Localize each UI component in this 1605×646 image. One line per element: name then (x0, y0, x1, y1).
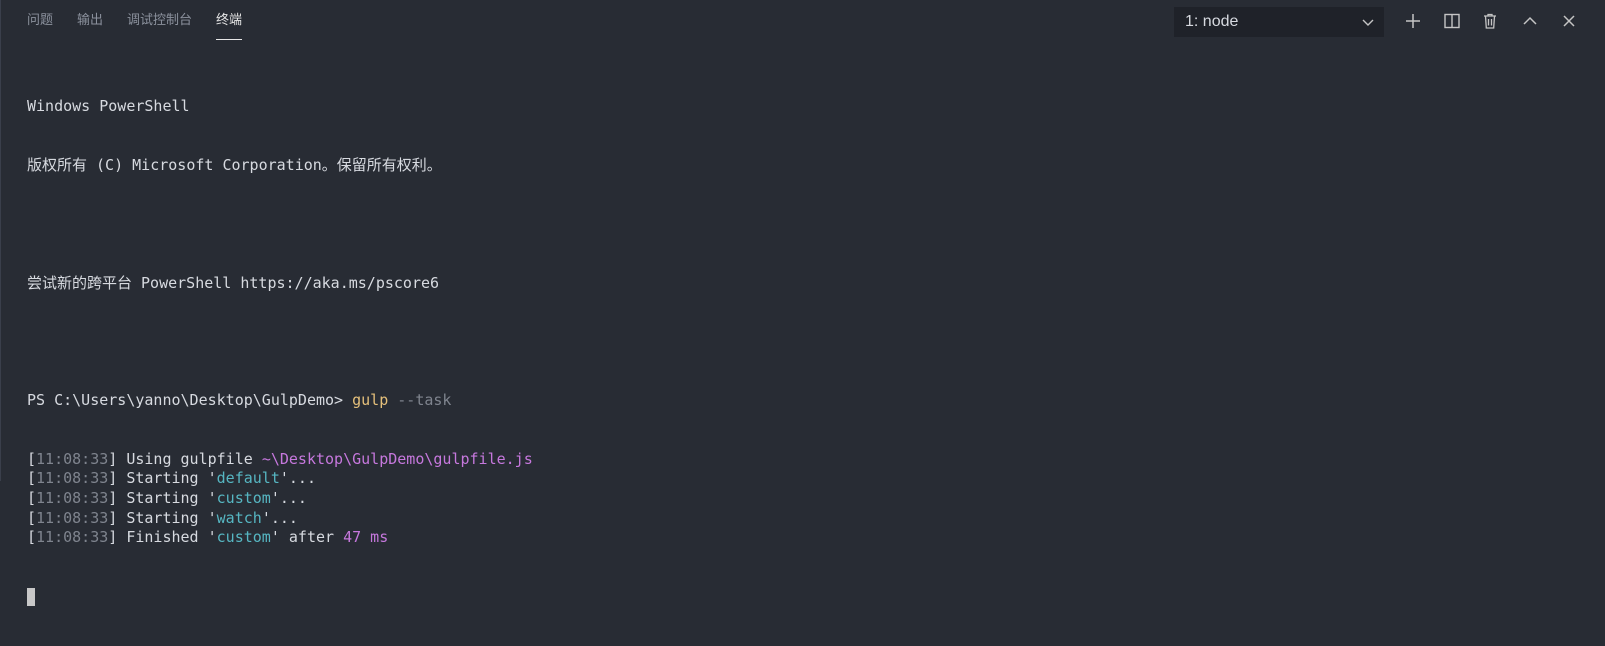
log-bracket: ] (108, 528, 127, 547)
log-duration: 47 ms (343, 528, 389, 547)
tab-output[interactable]: 输出 (77, 0, 103, 28)
log-bracket: [ (27, 489, 37, 508)
terminal-panel: 问题 输出 调试控制台 终端 1: node Windows PowerShel… (0, 0, 1605, 607)
log-bracket: ] (108, 508, 127, 527)
terminal-line: 版权所有 (C) Microsoft Corporation。保留所有权利。 (27, 155, 442, 174)
chevron-up-icon (1523, 16, 1537, 25)
log-text: ' after (270, 528, 344, 547)
log-timestamp: 11:08:33 (36, 508, 109, 527)
log-highlight: watch (216, 508, 262, 527)
log-highlight: custom (216, 528, 271, 547)
trash-icon (1484, 13, 1496, 29)
terminal-line: Windows PowerShell (27, 97, 190, 116)
log-bracket: [ (27, 528, 37, 547)
split-terminal-button[interactable] (1440, 9, 1464, 33)
maximize-panel-button[interactable] (1518, 9, 1542, 33)
kill-terminal-button[interactable] (1478, 9, 1502, 33)
log-bracket: ] (108, 449, 127, 468)
close-icon (1563, 15, 1575, 27)
terminal-line: 尝试新的跨平台 PowerShell https://aka.ms/pscore… (27, 273, 440, 292)
log-text: '... (270, 489, 307, 508)
log-highlight: ~\Desktop\GulpDemo\gulpfile.js (261, 449, 533, 468)
log-text: Using gulpfile (126, 449, 262, 468)
log-text: Finished ' (126, 528, 217, 547)
command-name: gulp (352, 391, 389, 410)
chevron-down-icon (1360, 14, 1376, 30)
tab-problems[interactable]: 问题 (27, 0, 53, 28)
new-terminal-button[interactable] (1401, 9, 1425, 33)
log-line: [11:08:33] Starting 'default'... (27, 469, 1585, 489)
terminal-selector[interactable]: 1: node (1174, 7, 1384, 37)
terminal-prompt-line: PS C:\Users\yanno\Desktop\GulpDemo> gulp… (27, 391, 1585, 411)
log-text: '... (261, 508, 298, 527)
log-lines: [11:08:33] Using gulpfile ~\Desktop\Gulp… (27, 450, 1585, 548)
terminal-cursor-line (27, 587, 1585, 607)
panel-tabs: 问题 输出 调试控制台 终端 (27, 0, 266, 42)
log-bracket: [ (27, 449, 37, 468)
log-bracket: [ (27, 508, 37, 527)
log-highlight: custom (216, 489, 271, 508)
tab-terminal[interactable]: 终端 (216, 0, 243, 40)
prompt-path: PS C:\Users\yanno\Desktop\GulpDemo> (27, 391, 353, 410)
log-bracket: ] (108, 489, 127, 508)
terminal-selector-value: 1: node (1185, 13, 1239, 30)
log-line: [11:08:33] Starting 'watch'... (27, 509, 1585, 529)
plus-icon (1406, 14, 1420, 28)
log-timestamp: 11:08:33 (36, 449, 109, 468)
command-args: --task (388, 391, 452, 410)
terminal-output[interactable]: Windows PowerShell 版权所有 (C) Microsoft Co… (27, 58, 1585, 646)
log-bracket: ] (108, 469, 127, 488)
terminal-cursor (27, 588, 35, 607)
log-text: Starting ' (126, 489, 217, 508)
log-line: [11:08:33] Using gulpfile ~\Desktop\Gulp… (27, 450, 1585, 470)
log-line: [11:08:33] Finished 'custom' after 47 ms (27, 528, 1585, 548)
log-text: Starting ' (126, 508, 217, 527)
log-text: Starting ' (126, 469, 217, 488)
log-timestamp: 11:08:33 (36, 489, 109, 508)
log-highlight: default (216, 469, 280, 488)
tab-debug-console[interactable]: 调试控制台 (127, 0, 192, 28)
log-bracket: [ (27, 469, 37, 488)
log-timestamp: 11:08:33 (36, 528, 109, 547)
log-timestamp: 11:08:33 (36, 469, 109, 488)
split-terminal-icon (1444, 13, 1460, 29)
log-line: [11:08:33] Starting 'custom'... (27, 489, 1585, 509)
close-panel-button[interactable] (1557, 9, 1581, 33)
log-text: '... (279, 469, 316, 488)
